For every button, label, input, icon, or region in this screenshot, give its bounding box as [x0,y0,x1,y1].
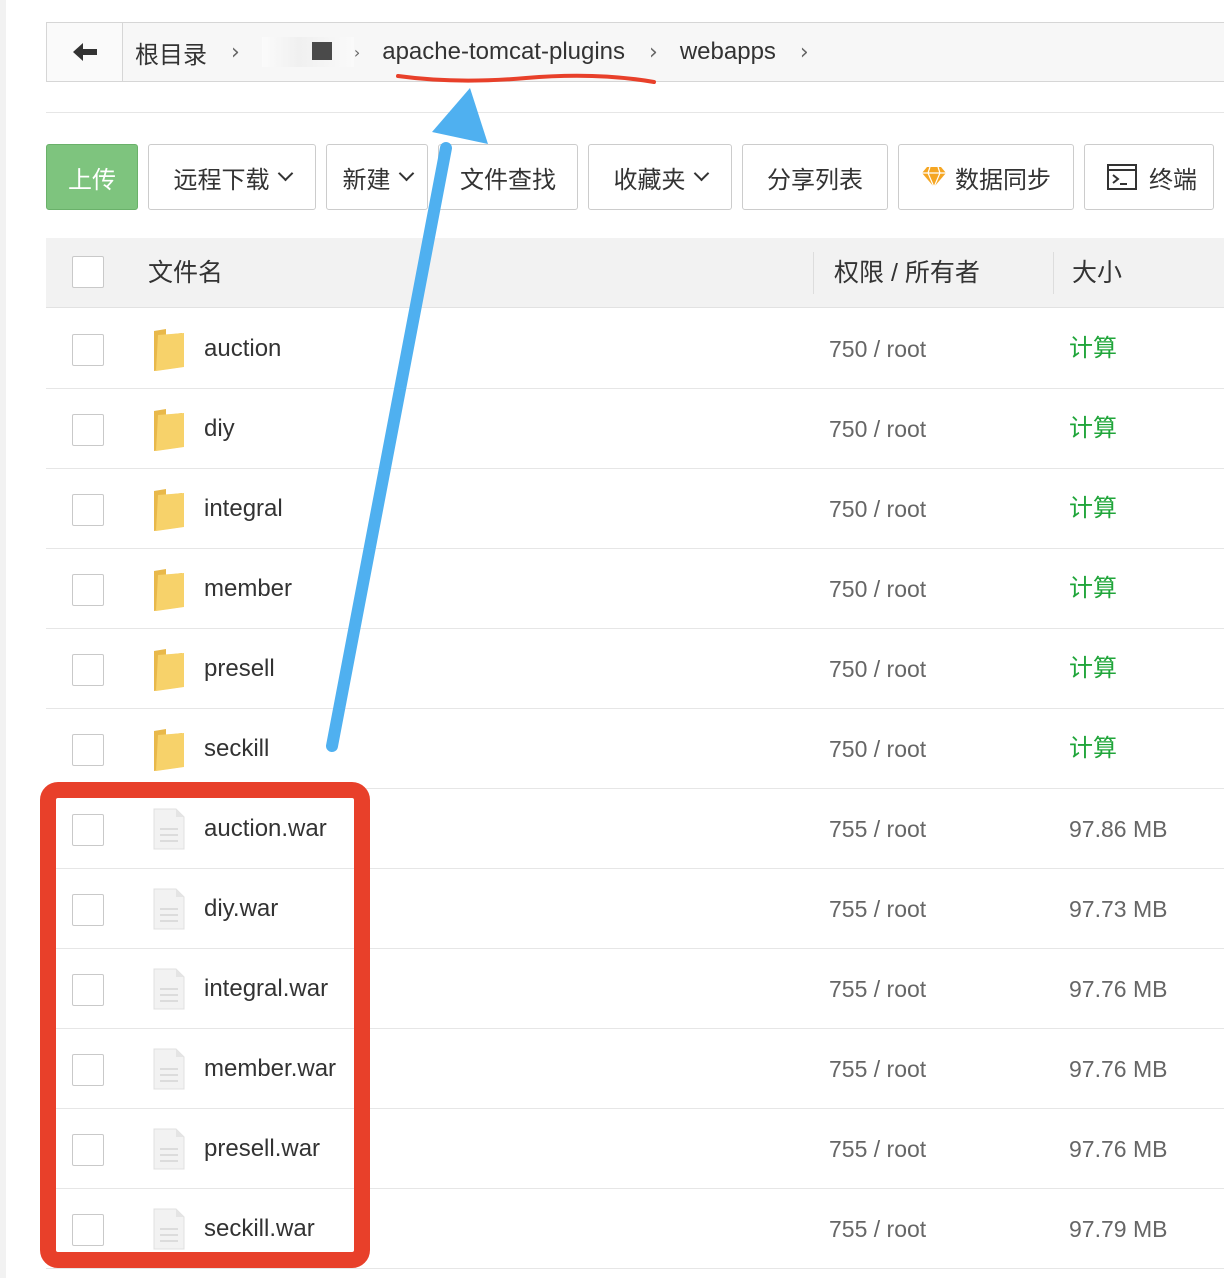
folder-row[interactable]: presell 750 / root 计算 [46,629,1224,709]
row-checkbox[interactable] [72,494,104,526]
calculate-size-link[interactable]: 计算 [1069,549,1117,629]
arrow-left-icon [72,43,97,61]
file-permission[interactable]: 750 / root [829,629,926,709]
upload-label: 上传 [68,166,116,194]
row-checkbox[interactable] [72,654,104,686]
file-size: 97.79 MB [1069,1216,1168,1242]
left-edge [0,0,6,1278]
new-label: 新建 [342,166,391,194]
folder-icon [152,407,186,451]
folder-icon [152,487,186,531]
file-permission[interactable]: 750 / root [829,549,926,629]
file-permission[interactable]: 750 / root [829,469,926,549]
data-sync-label: 数据同步 [955,166,1051,194]
file-size: 97.76 MB [1069,1056,1168,1082]
column-header-permission[interactable]: 权限 / 所有者 [834,238,980,308]
share-list-label: 分享列表 [767,166,863,194]
file-permission[interactable]: 755 / root [829,1109,926,1189]
favorites-label: 收藏夹 [613,166,686,194]
terminal-icon [1107,164,1137,190]
chevron-right-icon: › [353,42,361,62]
calculate-size-link[interactable]: 计算 [1069,389,1117,469]
table-header: 文件名 权限 / 所有者 大小 [46,238,1224,308]
file-permission[interactable]: 755 / root [829,789,926,869]
folder-icon [152,567,186,611]
column-header-name[interactable]: 文件名 [148,238,223,308]
file-name[interactable]: presell [204,629,275,709]
diamond-icon [922,166,946,188]
file-size: 97.76 MB [1069,1136,1168,1162]
breadcrumb-apache-tomcat-plugins[interactable]: apache-tomcat-plugins › [382,38,680,66]
calculate-size-link[interactable]: 计算 [1069,709,1117,789]
chevron-right-icon: › [649,39,658,65]
new-button[interactable]: 新建 [326,144,428,210]
breadcrumb-label: apache-tomcat-plugins [382,38,626,65]
file-permission[interactable]: 755 / root [829,1029,926,1109]
breadcrumb-root[interactable]: 根目录 › [135,35,262,70]
file-name[interactable]: auction [204,309,281,389]
file-permission[interactable]: 750 / root [829,389,926,469]
breadcrumb-label: 根目录 [135,41,207,69]
back-button[interactable] [47,23,123,81]
file-name[interactable]: member [204,549,292,629]
upload-button[interactable]: 上传 [46,144,138,210]
breadcrumb-masked-folder[interactable]: › [261,37,382,67]
file-search-button[interactable]: 文件查找 [438,144,578,210]
divider [46,112,1224,113]
file-name[interactable]: diy [204,389,235,469]
column-header-size[interactable]: 大小 [1072,238,1122,308]
folder-icon [152,327,186,371]
file-permission[interactable]: 750 / root [829,709,926,789]
row-checkbox[interactable] [72,414,104,446]
folder-icon [152,727,186,771]
select-all-checkbox[interactable] [72,256,104,288]
redacted-folder-name [261,37,354,67]
terminal-label: 终端 [1149,166,1197,194]
folder-row[interactable]: seckill 750 / root 计算 [46,709,1224,789]
file-name[interactable]: seckill [204,709,269,789]
remote-download-label: 远程下载 [173,166,270,194]
file-permission[interactable]: 755 / root [829,1189,926,1269]
file-permission[interactable]: 755 / root [829,869,926,949]
chevron-down-icon [277,165,293,181]
file-size: 97.73 MB [1069,896,1168,922]
calculate-size-link[interactable]: 计算 [1069,469,1117,549]
chevron-down-icon [398,165,414,181]
folder-row[interactable]: auction 750 / root 计算 [46,309,1224,389]
favorites-button[interactable]: 收藏夹 [588,144,732,210]
file-size: 97.76 MB [1069,976,1168,1002]
file-permission[interactable]: 750 / root [829,309,926,389]
row-checkbox[interactable] [72,334,104,366]
row-checkbox[interactable] [72,574,104,606]
folder-icon [152,647,186,691]
file-size: 97.86 MB [1069,816,1168,842]
red-box-annotation [40,782,370,1268]
column-divider [813,252,814,294]
remote-download-button[interactable]: 远程下载 [148,144,316,210]
breadcrumb-label: webapps [679,38,776,65]
file-permission[interactable]: 755 / root [829,949,926,1029]
folder-row[interactable]: integral 750 / root 计算 [46,469,1224,549]
calculate-size-link[interactable]: 计算 [1069,309,1117,389]
column-divider [1053,252,1054,294]
toolbar: 上传 远程下载 新建 文件查找 收藏夹 分享列表 数据同步 终端 [46,144,1224,210]
row-checkbox[interactable] [72,734,104,766]
data-sync-button[interactable]: 数据同步 [898,144,1074,210]
file-name[interactable]: integral [204,469,283,549]
breadcrumb-webapps[interactable]: webapps › [680,38,831,66]
calculate-size-link[interactable]: 计算 [1069,629,1117,709]
file-search-label: 文件查找 [460,166,556,194]
terminal-button[interactable]: 终端 [1084,144,1214,210]
chevron-right-icon: › [799,39,809,65]
share-list-button[interactable]: 分享列表 [742,144,888,210]
red-underline-annotation [396,73,656,84]
folder-row[interactable]: member 750 / root 计算 [46,549,1224,629]
chevron-right-icon: › [231,39,240,65]
chevron-down-icon [693,165,709,181]
folder-row[interactable]: diy 750 / root 计算 [46,389,1224,469]
